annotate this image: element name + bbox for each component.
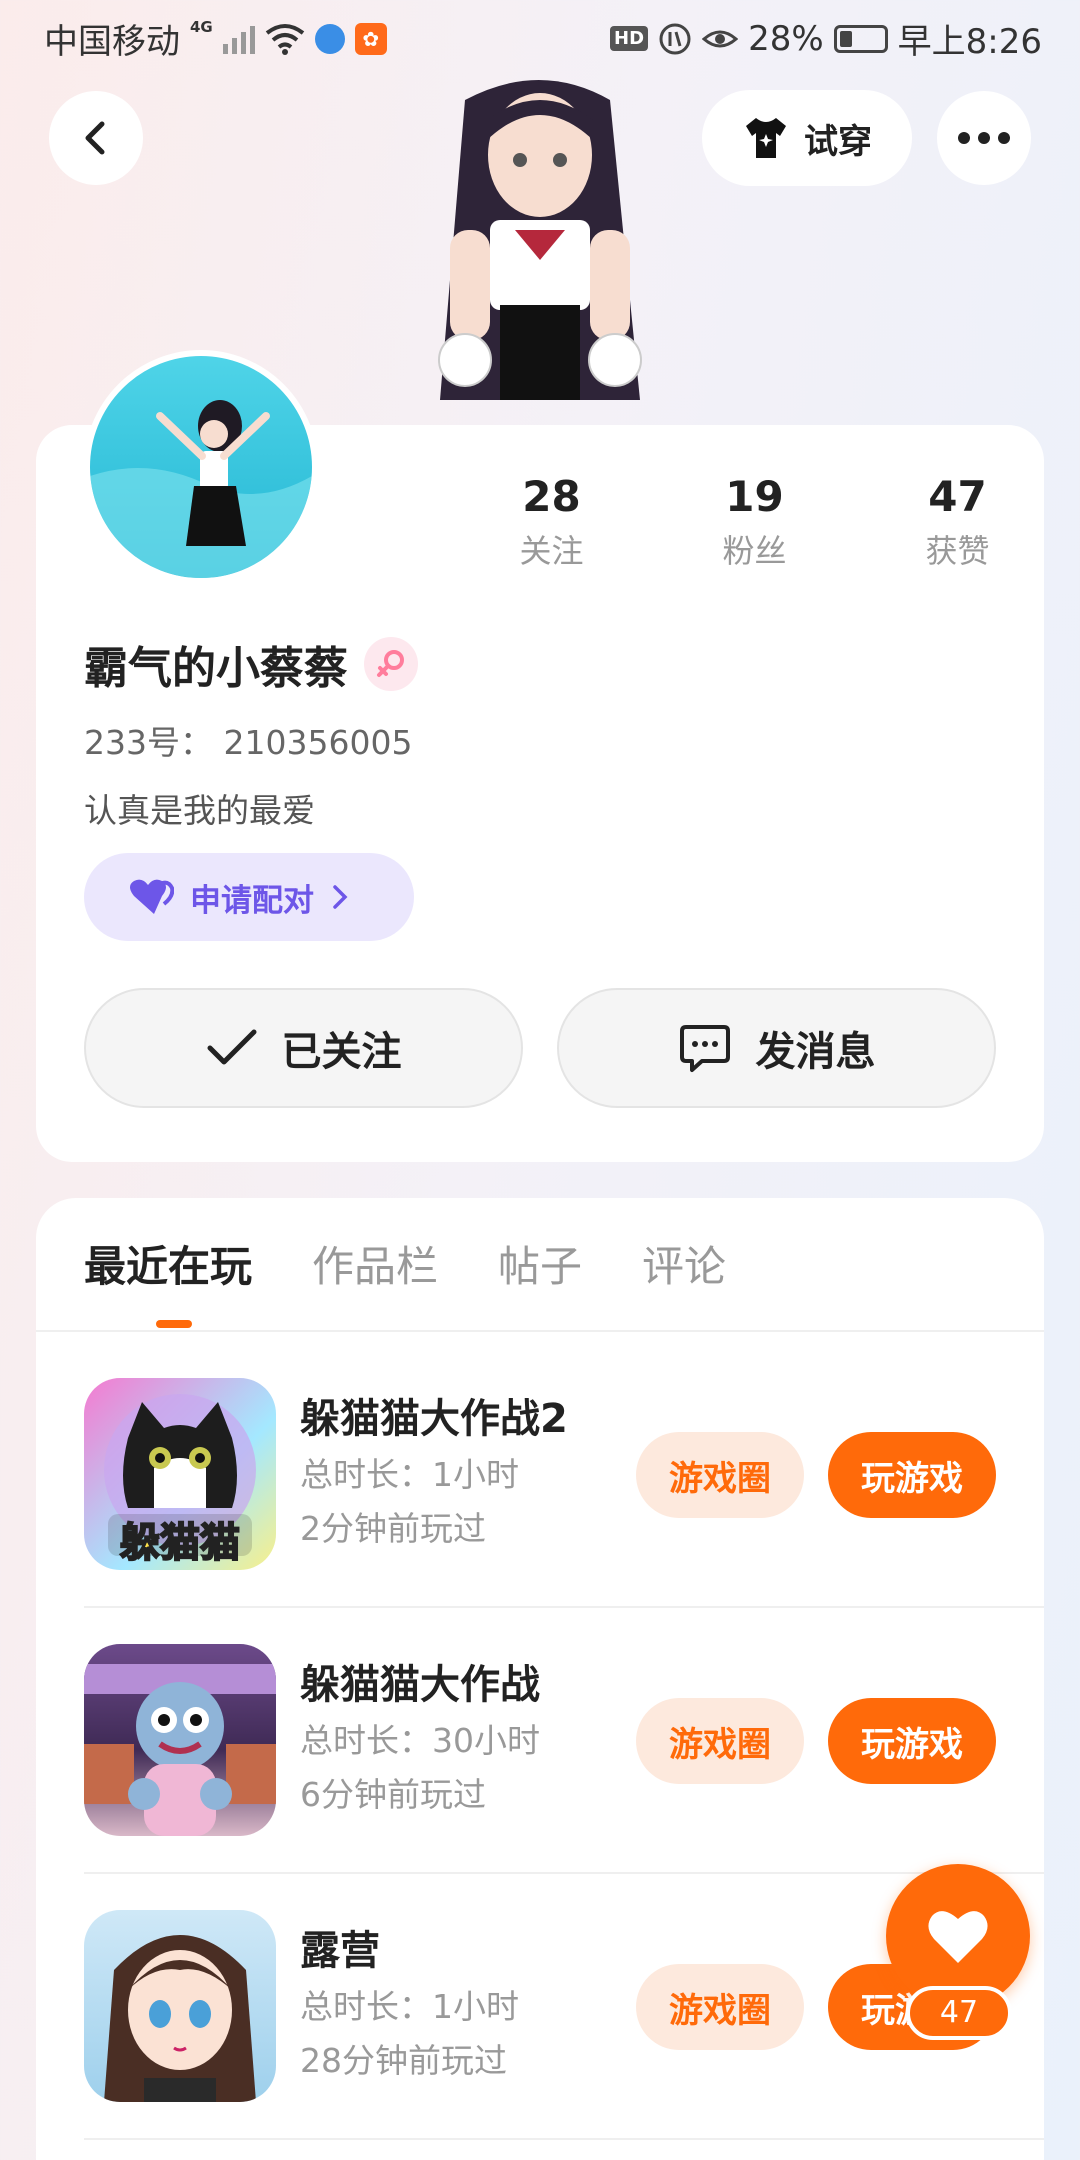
game-name: 躲猫猫大作战 — [300, 1662, 540, 1708]
wifi-icon — [265, 23, 304, 55]
battery-icon — [833, 24, 888, 53]
like-count: 47 — [906, 1986, 1012, 2040]
app-233-icon: ✿ — [354, 22, 387, 55]
heart-icon — [928, 1911, 988, 1963]
username-row: 霸气的小蔡蔡 — [84, 632, 418, 696]
clock: 早上8:26 — [897, 22, 1042, 62]
checkmark-icon — [207, 1029, 256, 1065]
avatar-image — [90, 400, 312, 578]
game-last-played: 6分钟前玩过 — [300, 1775, 486, 1814]
tab-recently-played[interactable]: 最近在玩 — [84, 1232, 252, 1302]
username: 霸气的小蔡蔡 — [84, 643, 348, 694]
avatar[interactable] — [84, 350, 318, 584]
game-icon[interactable]: 躲猫猫 — [84, 1378, 276, 1570]
stat-following[interactable]: 28 关注 — [450, 470, 653, 574]
stat-likes-label: 获赞 — [925, 532, 990, 570]
eye-icon — [702, 30, 739, 47]
game-circle-button[interactable]: 游戏圈 — [636, 1964, 804, 2050]
user-id: 233号： 210356005 — [84, 723, 413, 762]
play-game-button[interactable]: 玩游戏 — [828, 1432, 996, 1518]
tab-posts[interactable]: 帖子 — [498, 1232, 582, 1302]
game-last-played: 2分钟前玩过 — [300, 1509, 486, 1548]
bio: 认真是我的最爱 — [84, 791, 315, 830]
try-on-label: 试穿 — [804, 121, 872, 162]
app-notification-icon — [314, 23, 345, 54]
pair-request-label: 申请配对 — [190, 882, 314, 919]
row-divider — [84, 2138, 1044, 2140]
monster-game-icon — [84, 1664, 276, 1836]
active-tab-indicator — [156, 1320, 192, 1328]
signal-icon — [222, 24, 255, 54]
volte-icon — [659, 23, 691, 54]
stat-followers[interactable]: 19 粉丝 — [653, 470, 856, 574]
game-circle-button[interactable]: 游戏圈 — [636, 1698, 804, 1784]
game-name: 躲猫猫大作战2 — [300, 1396, 568, 1442]
hd-icon: HD — [610, 26, 649, 51]
send-message-label: 发消息 — [755, 1029, 876, 1075]
tab-comments[interactable]: 评论 — [642, 1232, 726, 1302]
game-row[interactable]: 躲猫猫 躲猫猫大作战2 总时长：1小时 2分钟前玩过 游戏圈 玩游戏 — [84, 1332, 1044, 1598]
tab-bar: 最近在玩 作品栏 帖子 评论 — [84, 1232, 786, 1302]
game-name: 露营 — [300, 1928, 380, 1974]
try-on-button[interactable]: 试穿 — [702, 90, 912, 186]
game-row[interactable]: 躲猫猫大作战 总时长：30小时 6分钟前玩过 游戏圈 玩游戏 — [84, 1598, 1044, 1864]
back-button[interactable] — [49, 91, 143, 185]
stat-followers-label: 粉丝 — [722, 532, 787, 570]
stat-following-value: 28 — [522, 472, 581, 521]
gender-badge — [364, 637, 418, 691]
game-icon[interactable] — [84, 1910, 276, 2102]
female-symbol-icon — [377, 650, 404, 677]
stats-row: 28 关注 19 粉丝 47 获赞 — [450, 470, 1060, 574]
chevron-right-icon — [333, 885, 348, 909]
game-last-played: 28分钟前玩过 — [300, 2041, 507, 2080]
status-bar: 中国移动 4G ✿ HD 28% 早上8:26 — [0, 0, 1080, 72]
play-game-button[interactable]: 玩游戏 — [828, 1698, 996, 1784]
status-right: HD 28% 早上8:26 — [610, 14, 1042, 63]
game-icon[interactable] — [84, 1644, 276, 1836]
girl-game-icon — [104, 1935, 256, 2102]
chat-bubble-icon — [679, 1025, 730, 1072]
more-button[interactable] — [937, 91, 1031, 185]
game-total-time: 总时长：30小时 — [300, 1721, 540, 1760]
game-total-time: 总时长：1小时 — [300, 1455, 519, 1494]
pair-request-button[interactable]: 申请配对 — [84, 853, 414, 941]
tab-works[interactable]: 作品栏 — [312, 1232, 438, 1302]
game-circle-button[interactable]: 游戏圈 — [636, 1432, 804, 1518]
stat-following-label: 关注 — [519, 532, 584, 570]
send-message-button[interactable]: 发消息 — [557, 988, 996, 1108]
followed-label: 已关注 — [281, 1029, 402, 1075]
avatar-figure[interactable] — [395, 70, 685, 430]
more-horizontal-icon — [958, 132, 1010, 144]
shirt-icon — [746, 118, 786, 158]
battery-percent: 28% — [748, 18, 824, 59]
stat-likes-value: 47 — [928, 472, 987, 521]
game-icon-text: 躲猫猫 — [119, 1519, 241, 1567]
chevron-left-icon — [85, 121, 105, 155]
double-heart-icon — [130, 879, 174, 914]
carrier-label: 中国移动 — [44, 22, 180, 62]
stat-followers-value: 19 — [725, 472, 784, 521]
stat-likes[interactable]: 47 获赞 — [856, 470, 1059, 574]
followed-button[interactable]: 已关注 — [84, 988, 523, 1108]
game-total-time: 总时长：1小时 — [300, 1987, 519, 2026]
status-left: 中国移动 4G ✿ — [44, 14, 387, 63]
network-type: 4G — [190, 17, 213, 36]
